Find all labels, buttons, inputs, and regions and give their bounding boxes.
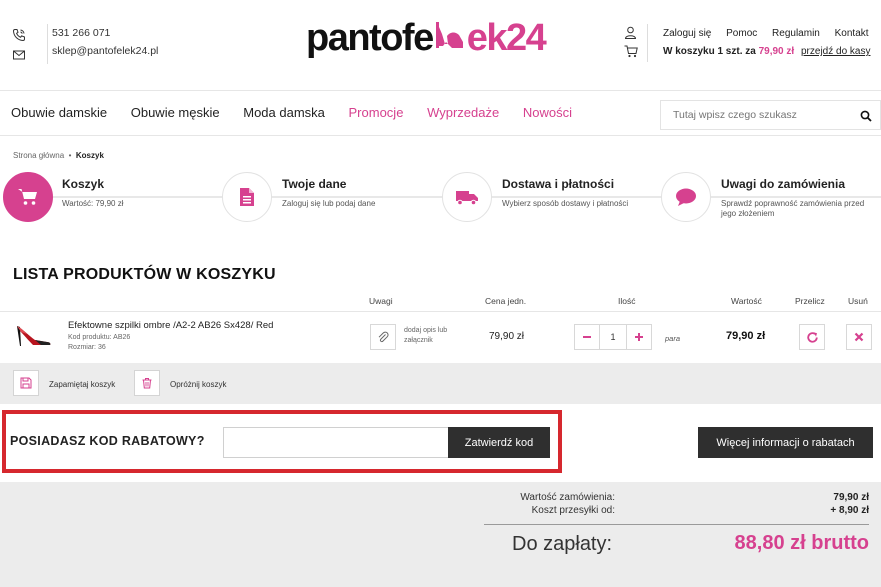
refresh-icon bbox=[806, 331, 818, 343]
cart-amount: 79,90 zł bbox=[758, 46, 795, 57]
quantity-unit: para bbox=[665, 334, 681, 343]
nav-item-men-shoes[interactable]: Obuwie męskie bbox=[131, 105, 220, 120]
plus-icon bbox=[635, 333, 643, 341]
nav-item-women-fashion[interactable]: Moda damska bbox=[243, 105, 325, 120]
step-details-circle[interactable] bbox=[222, 172, 272, 222]
truck-icon bbox=[456, 191, 478, 206]
line-total: 79,90 zł bbox=[726, 330, 766, 342]
save-cart-button[interactable] bbox=[13, 370, 39, 396]
user-icons bbox=[624, 26, 638, 64]
cart-list-title: LISTA PRODUKTÓW W KOSZYKU bbox=[13, 266, 276, 283]
cart-icon bbox=[18, 189, 37, 205]
step-cart-circle[interactable] bbox=[3, 172, 53, 222]
col-quantity: Ilość bbox=[618, 296, 636, 306]
close-icon bbox=[854, 332, 864, 342]
empty-cart-button[interactable] bbox=[134, 370, 160, 396]
breadcrumb: Strona główna • Koszyk bbox=[13, 151, 104, 160]
cart-small-icon[interactable] bbox=[624, 45, 638, 58]
speech-bubble-icon bbox=[676, 188, 696, 206]
col-unit-price: Cena jedn. bbox=[485, 296, 527, 306]
nav-item-sales[interactable]: Wyprzedaże bbox=[427, 105, 499, 120]
list-header-divider bbox=[0, 311, 881, 312]
nav-divider-bottom bbox=[0, 135, 881, 136]
breadcrumb-home[interactable]: Strona główna bbox=[13, 151, 64, 160]
login-link[interactable]: Zaloguj się bbox=[663, 28, 711, 39]
to-pay-label: Do zapłaty: bbox=[512, 533, 613, 555]
step-details-title: Twoje dane bbox=[282, 177, 347, 191]
help-link[interactable]: Pomoc bbox=[726, 28, 757, 39]
site-logo[interactable]: pantofe ek24 bbox=[306, 14, 547, 62]
step-cart-title: Koszyk bbox=[62, 177, 105, 191]
heel-shoe-icon bbox=[435, 22, 463, 48]
header-divider bbox=[647, 24, 648, 62]
col-remove: Usuń bbox=[848, 296, 868, 306]
trash-icon bbox=[142, 378, 152, 389]
breadcrumb-separator: • bbox=[68, 151, 72, 160]
nav-item-promotions[interactable]: Promocje bbox=[349, 105, 404, 120]
step-cart-subtitle: Wartość: 79,90 zł bbox=[62, 199, 124, 208]
nav-item-new[interactable]: Nowości bbox=[523, 105, 572, 120]
logo-text-end: ek24 bbox=[466, 17, 547, 59]
step-notes-title: Uwagi do zamówienia bbox=[721, 177, 846, 191]
phone-icon bbox=[12, 28, 26, 42]
mail-icon bbox=[12, 48, 26, 62]
search-icon[interactable] bbox=[860, 109, 872, 127]
remove-item-button[interactable] bbox=[846, 324, 872, 350]
product-size: Rozmiar: 36 bbox=[68, 344, 106, 351]
col-notes: Uwagi bbox=[369, 296, 393, 306]
product-image[interactable] bbox=[15, 320, 53, 348]
step-notes-circle[interactable] bbox=[661, 172, 711, 222]
shipping-label: Koszt przesyłki od: bbox=[531, 505, 615, 516]
product-name[interactable]: Efektowne szpilki ombre /A2-2 AB26 Sx428… bbox=[68, 320, 273, 331]
email-address[interactable]: sklep@pantofelek24.pl bbox=[52, 45, 158, 57]
terms-link[interactable]: Regulamin bbox=[772, 28, 820, 39]
empty-cart-label[interactable]: Opróżnij koszyk bbox=[170, 380, 226, 389]
search-box bbox=[660, 100, 881, 130]
add-note-label[interactable]: dodaj opis lub załącznik bbox=[404, 326, 456, 346]
paperclip-icon bbox=[378, 331, 389, 343]
cart-count-text: W koszyku 1 szt. za bbox=[663, 46, 756, 57]
shipping-cost: + 8,90 zł bbox=[830, 505, 869, 516]
breadcrumb-current: Koszyk bbox=[75, 151, 104, 160]
checkout-link[interactable]: przejdź do kasy bbox=[801, 46, 870, 57]
step-shipping-subtitle: Wybierz sposób dostawy i płatności bbox=[502, 199, 629, 208]
main-nav: Obuwie damskie Obuwie męskie Moda damska… bbox=[11, 105, 592, 120]
save-cart-label[interactable]: Zapamiętaj koszyk bbox=[49, 380, 115, 389]
header-cart-summary: W koszyku 1 szt. za 79,90 zł przejdź do … bbox=[663, 46, 870, 57]
unit-price: 79,90 zł bbox=[489, 331, 525, 342]
order-value: 79,90 zł bbox=[833, 492, 869, 503]
qty-decrease-button[interactable] bbox=[574, 324, 600, 350]
top-links: Zaloguj się Pomoc Regulamin Kontakt bbox=[663, 28, 881, 39]
summary-divider bbox=[484, 524, 869, 525]
logo-text-start: pantofe bbox=[306, 17, 434, 59]
qty-increase-button[interactable] bbox=[626, 324, 652, 350]
discount-info-button[interactable]: Więcej informacji o rabatach bbox=[698, 427, 873, 458]
nav-divider-top bbox=[0, 90, 881, 91]
coupon-submit-button[interactable]: Zatwierdź kod bbox=[448, 427, 550, 458]
phone-number[interactable]: 531 266 071 bbox=[52, 27, 110, 39]
step-notes-subtitle: Sprawdź poprawność zamówienia przed jego… bbox=[721, 199, 865, 218]
col-value: Wartość bbox=[731, 296, 762, 306]
nav-item-women-shoes[interactable]: Obuwie damskie bbox=[11, 105, 107, 120]
order-value-label: Wartość zamówienia: bbox=[520, 492, 615, 503]
step-details-subtitle: Zaloguj się lub podaj dane bbox=[282, 199, 376, 208]
col-recalculate: Przelicz bbox=[795, 296, 825, 306]
step-shipping-circle[interactable] bbox=[442, 172, 492, 222]
document-icon bbox=[240, 188, 254, 206]
cart-actions-bar bbox=[0, 363, 881, 404]
step-shipping-title: Dostawa i płatności bbox=[502, 177, 615, 191]
recalculate-button[interactable] bbox=[799, 324, 825, 350]
qty-input[interactable]: 1 bbox=[599, 324, 627, 350]
add-note-button[interactable] bbox=[370, 324, 396, 350]
search-input[interactable] bbox=[661, 101, 851, 129]
to-pay-amount: 88,80 zł brutto bbox=[734, 532, 869, 554]
floppy-disk-icon bbox=[20, 377, 32, 389]
product-code: Kod produktu: AB26 bbox=[68, 334, 131, 341]
minus-icon bbox=[583, 336, 591, 338]
coupon-input[interactable] bbox=[223, 427, 449, 458]
user-icon[interactable] bbox=[624, 26, 637, 39]
contact-divider bbox=[47, 24, 48, 64]
contact-link[interactable]: Kontakt bbox=[835, 28, 869, 39]
coupon-label: POSIADASZ KOD RABATOWY? bbox=[10, 434, 205, 448]
